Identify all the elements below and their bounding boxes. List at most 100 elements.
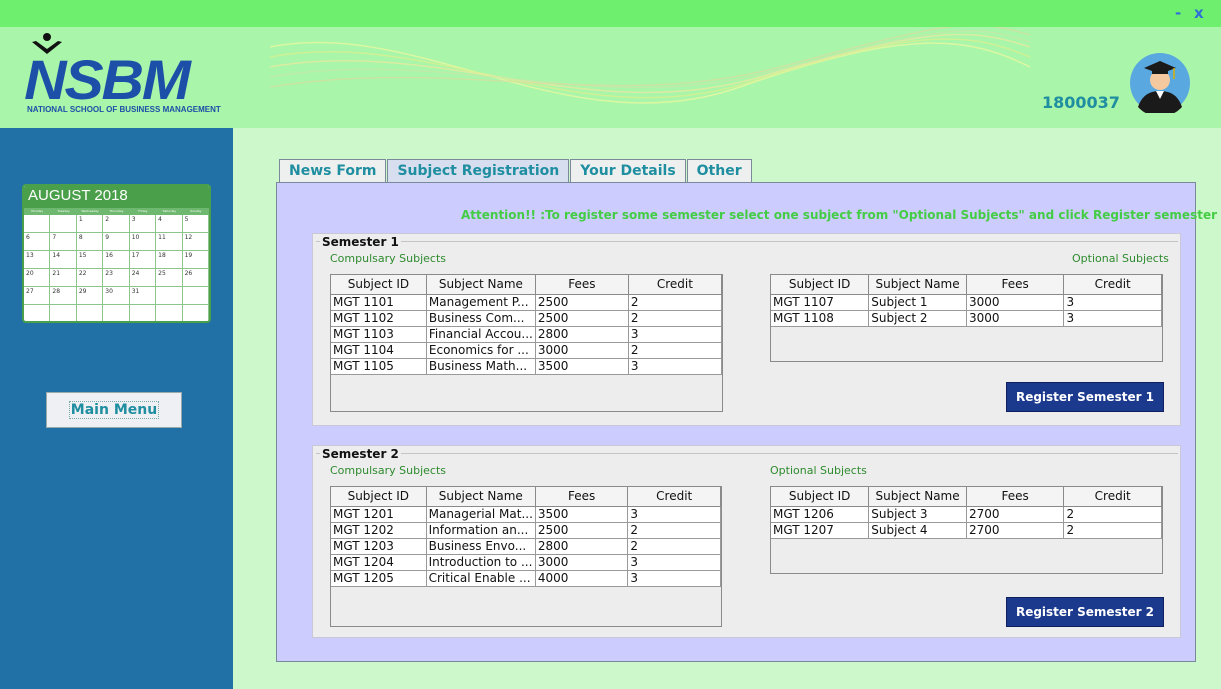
table-row[interactable]: MGT 1205 Critical Enable ... 4000 3 <box>331 570 721 587</box>
attention-message: Attention!! :To register some semester s… <box>461 208 1221 222</box>
table-cell: 2800 <box>535 326 629 343</box>
register-semester-2-button[interactable]: Register Semester 2 <box>1006 597 1164 627</box>
column-header[interactable]: Credit <box>1063 487 1162 507</box>
calendar-day-cell[interactable]: 20 <box>24 269 51 287</box>
calendar-day-cell[interactable]: 1 <box>76 215 104 233</box>
column-header[interactable]: Credit <box>628 275 723 295</box>
calendar-day-cell[interactable]: 22 <box>76 269 104 287</box>
calendar-day-cell[interactable]: 14 <box>50 251 77 269</box>
calendar-day-cell[interactable]: 28 <box>50 287 77 305</box>
semester-1-border <box>316 241 1178 242</box>
column-header[interactable]: Subject ID <box>771 487 870 507</box>
tab-other[interactable]: Other <box>686 159 752 183</box>
calendar-day-names: Monday Tuesday Wednesday Thursday Friday Satu… <box>24 208 209 215</box>
column-header[interactable]: Subject Name <box>868 275 967 295</box>
tab-subject-registration[interactable]: Subject Registration <box>387 159 570 183</box>
calendar-day-cell[interactable]: 26 <box>182 269 209 287</box>
calendar-day-cell[interactable]: 31 <box>129 287 157 305</box>
column-header[interactable]: Fees <box>535 487 629 507</box>
column-header[interactable]: Subject Name <box>868 487 967 507</box>
column-header[interactable]: Subject Name <box>426 275 536 295</box>
calendar-day-cell[interactable]: 19 <box>182 251 209 269</box>
table-row[interactable]: MGT 1201 Managerial Mat... 3500 3 <box>331 506 721 523</box>
table-cell: Subject 1 <box>868 294 967 311</box>
logo-text: NSBM <box>24 48 191 111</box>
table-cell: MGT 1205 <box>331 570 427 587</box>
table-row[interactable]: MGT 1206 Subject 3 2700 2 <box>771 506 1162 523</box>
table-cell: 2 <box>1063 506 1162 523</box>
calendar-day-cell[interactable]: 30 <box>103 287 130 305</box>
table-cell: Business Com... <box>426 310 536 327</box>
calendar-day-cell[interactable]: 13 <box>24 251 51 269</box>
column-header[interactable]: Subject Name <box>426 487 536 507</box>
table-row[interactable]: MGT 1203 Business Envo... 2800 2 <box>331 538 721 555</box>
tab-your-details[interactable]: Your Details <box>570 159 686 183</box>
semester-1-optional-table[interactable]: Subject ID Subject Name Fees Credit MGT 1107… <box>770 274 1163 362</box>
column-header[interactable]: Subject ID <box>331 275 427 295</box>
table-cell: 3000 <box>535 554 629 571</box>
calendar-day-cell[interactable]: 21 <box>50 269 77 287</box>
calendar-day-cell[interactable]: 8 <box>76 233 104 251</box>
column-header[interactable]: Credit <box>1063 275 1162 295</box>
calendar-day-cell[interactable]: 18 <box>156 251 183 269</box>
column-header[interactable]: Fees <box>535 275 629 295</box>
table-cell: 2 <box>627 538 721 555</box>
semester-2-title: Semester 2 <box>320 447 401 461</box>
table-row[interactable]: MGT 1103 Financial Accou... 2800 3 <box>331 326 723 343</box>
calendar-day-cell[interactable]: 9 <box>103 233 130 251</box>
calendar-day-cell[interactable]: 23 <box>103 269 130 287</box>
table-row[interactable]: MGT 1104 Economics for ... 3000 2 <box>331 342 723 359</box>
calendar-day-cell[interactable]: 3 <box>129 215 157 233</box>
table-cell: MGT 1202 <box>331 522 427 539</box>
semester-1-compulsory-label: Compulsary Subjects <box>330 252 446 265</box>
calendar-day-name: Sunday <box>190 209 202 213</box>
calendar-day-cell[interactable]: 4 <box>156 215 183 233</box>
table-row[interactable]: MGT 1204 Introduction to ... 3000 3 <box>331 554 721 571</box>
calendar-day-cell[interactable]: 29 <box>76 287 104 305</box>
table-row[interactable]: MGT 1108 Subject 2 3000 3 <box>771 310 1162 327</box>
table-row[interactable]: MGT 1107 Subject 1 3000 3 <box>771 294 1162 311</box>
table-row[interactable]: MGT 1207 Subject 4 2700 2 <box>771 522 1162 539</box>
calendar-day-cell[interactable]: 24 <box>129 269 157 287</box>
minimize-button[interactable]: - <box>1175 4 1181 22</box>
close-button[interactable]: x <box>1194 4 1204 22</box>
calendar-day-cell <box>182 287 209 305</box>
table-cell: 2 <box>1063 522 1162 539</box>
main-menu-button[interactable]: Main Menu <box>46 392 182 428</box>
table-cell: MGT 1204 <box>331 554 427 571</box>
calendar-day-cell[interactable]: 12 <box>182 233 209 251</box>
table-row[interactable]: MGT 1101 Management P... 2500 2 <box>331 294 723 311</box>
semester-2-optional-table[interactable]: Subject ID Subject Name Fees Credit MGT 1206… <box>770 486 1163 574</box>
semester-2-compulsory-table[interactable]: Subject ID Subject Name Fees Credit MGT 1201… <box>330 486 722 627</box>
calendar-day-cell[interactable]: 2 <box>103 215 130 233</box>
calendar-day-cell[interactable]: 16 <box>103 251 130 269</box>
column-header[interactable]: Fees <box>966 487 1065 507</box>
calendar-day-cell[interactable]: 25 <box>156 269 183 287</box>
calendar-day-cell[interactable]: 7 <box>50 233 77 251</box>
table-row[interactable]: MGT 1202 Information an... 2500 2 <box>331 522 721 539</box>
table-cell: 3 <box>627 570 721 587</box>
calendar-day-cell[interactable]: 5 <box>182 215 209 233</box>
calendar-day-cell[interactable]: 15 <box>76 251 104 269</box>
register-semester-1-button[interactable]: Register Semester 1 <box>1006 382 1164 412</box>
table-row[interactable]: MGT 1105 Business Math... 3500 3 <box>331 358 723 375</box>
semester-1-compulsory-table[interactable]: Subject ID Subject Name Fees Credit MGT 1101… <box>330 274 723 412</box>
table-cell: Introduction to ... <box>426 554 536 571</box>
column-header[interactable]: Credit <box>627 487 721 507</box>
column-header[interactable]: Subject ID <box>771 275 870 295</box>
calendar-day-cell[interactable]: 17 <box>129 251 157 269</box>
calendar-day-cell[interactable]: 27 <box>24 287 51 305</box>
calendar-day-cell[interactable]: 10 <box>129 233 157 251</box>
calendar-day-cell[interactable]: 11 <box>156 233 183 251</box>
calendar-day-cell <box>24 305 51 321</box>
calendar-day-cell[interactable]: 6 <box>24 233 51 251</box>
column-header[interactable]: Fees <box>966 275 1065 295</box>
table-cell: Managerial Mat... <box>426 506 536 523</box>
table-row[interactable]: MGT 1102 Business Com... 2500 2 <box>331 310 723 327</box>
sidebar: AUGUST 2018 Monday Tuesday Wednesday Thursd… <box>0 128 233 689</box>
calendar-day-name: Tuesday <box>57 209 70 213</box>
tab-news-form[interactable]: News Form <box>279 159 387 183</box>
calendar-day-cell <box>130 305 157 321</box>
app-header: NSBM NATIONAL SCHOOL OF BUSINESS MANAGEM… <box>0 27 1221 128</box>
column-header[interactable]: Subject ID <box>331 487 427 507</box>
